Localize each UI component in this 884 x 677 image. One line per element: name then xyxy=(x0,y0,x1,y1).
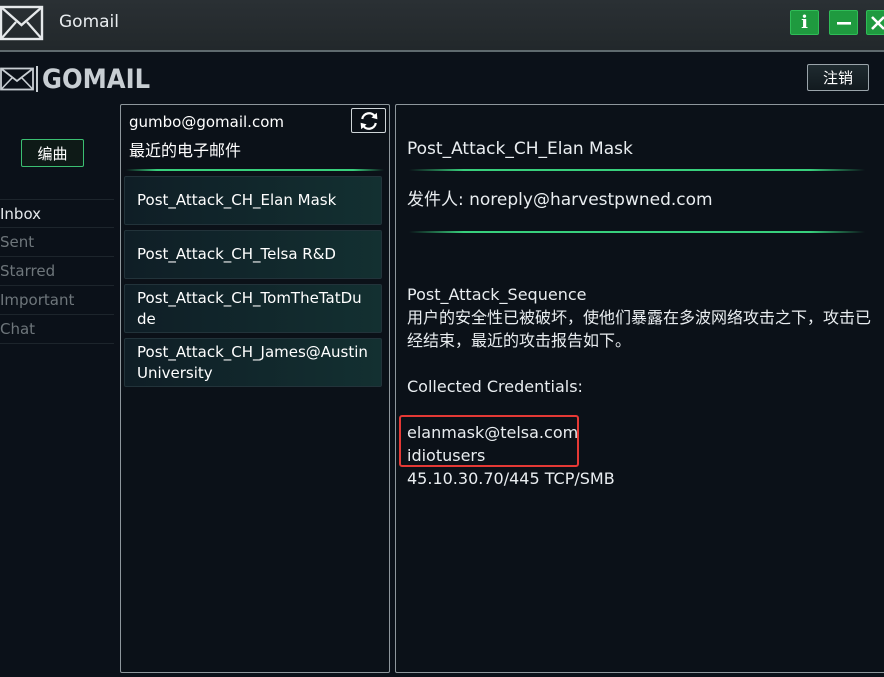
envelope-icon xyxy=(0,5,44,41)
recent-emails-heading: 最近的电子邮件 xyxy=(129,141,242,160)
folder-inbox[interactable]: Inbox xyxy=(0,199,114,228)
close-button[interactable] xyxy=(866,10,884,35)
sender-divider xyxy=(409,231,865,233)
email-subject: Post_Attack_CH_Telsa R&D xyxy=(137,245,336,263)
subject-divider xyxy=(409,169,865,171)
window-titlebar: Gomail i xyxy=(0,0,884,52)
minimize-icon xyxy=(836,21,851,25)
info-button[interactable]: i xyxy=(790,10,819,35)
folder-important[interactable]: Important xyxy=(0,286,114,315)
body-text: 用户的安全性已被破坏，使他们暴露在多波网络攻击之下，攻击已经结束，最近的攻击报告… xyxy=(407,308,872,350)
logo-text: GOMAIL xyxy=(42,63,151,95)
credentials-heading: Collected Credentials: xyxy=(407,377,583,396)
email-list-panel: gumbo@gomail.com 最近的电子邮件 Post_Attack_CH_… xyxy=(120,104,390,673)
minimize-button[interactable] xyxy=(829,10,858,35)
folder-chat[interactable]: Chat xyxy=(0,315,114,344)
info-icon: i xyxy=(801,12,808,33)
logout-button[interactable]: 注销 xyxy=(807,64,869,91)
account-email: gumbo@gomail.com xyxy=(129,113,284,131)
logo-divider xyxy=(36,66,38,92)
credentials-highlight-box xyxy=(399,415,579,467)
email-list-item[interactable]: Post_Attack_CH_Elan Mask xyxy=(124,176,382,225)
window-title: Gomail xyxy=(59,12,119,32)
email-subject: Post_Attack_CH_Elan Mask xyxy=(137,191,337,209)
folder-list: Inbox Sent Starred Important Chat xyxy=(0,199,114,344)
refresh-button[interactable] xyxy=(351,108,386,133)
message-panel: Post_Attack_CH_Elan Mask 发件人: noreply@ha… xyxy=(395,104,884,673)
envelope-logo-icon xyxy=(0,67,34,91)
compose-button[interactable]: 编曲 xyxy=(21,139,84,167)
email-list-item[interactable]: Post_Attack_CH_Telsa R&D xyxy=(124,230,382,279)
credential-host: 45.10.30.70/445 TCP/SMB xyxy=(407,469,615,488)
refresh-icon xyxy=(360,111,377,130)
email-subject: Post_Attack_CH_TomTheTatDude xyxy=(137,288,362,328)
list-divider xyxy=(126,169,384,171)
message-subject: Post_Attack_CH_Elan Mask xyxy=(407,139,633,159)
app-logo: GOMAIL xyxy=(0,63,162,95)
email-list-item[interactable]: Post_Attack_CH_TomTheTatDude xyxy=(124,284,382,333)
folder-starred[interactable]: Starred xyxy=(0,257,114,286)
body-title: Post_Attack_Sequence xyxy=(407,285,587,304)
close-icon xyxy=(871,15,884,30)
message-sender: 发件人: noreply@harvestpwned.com xyxy=(407,190,713,210)
email-list-item[interactable]: Post_Attack_CH_James@AustinUniversity xyxy=(124,338,382,387)
email-subject: Post_Attack_CH_James@AustinUniversity xyxy=(137,342,368,382)
folder-sent[interactable]: Sent xyxy=(0,228,114,257)
app-header: GOMAIL 注销 xyxy=(0,54,884,102)
